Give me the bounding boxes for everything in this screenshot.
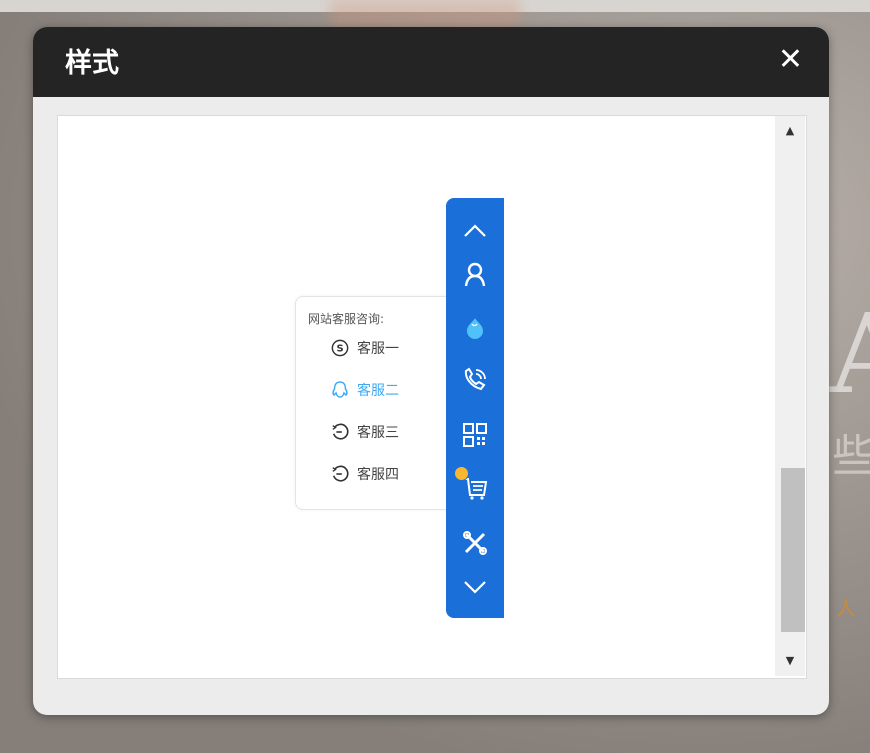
- clock-chat-icon: [330, 422, 350, 442]
- tools-icon[interactable]: [460, 528, 490, 558]
- service-label: 客服四: [357, 467, 399, 483]
- clock-chat-icon: [330, 464, 350, 484]
- cart-badge: [454, 466, 469, 481]
- phone-icon[interactable]: [460, 365, 490, 395]
- service-item-3[interactable]: 客服三: [330, 421, 399, 443]
- skype-icon: S: [330, 338, 350, 358]
- service-label: 客服一: [357, 341, 399, 357]
- scroll-up-button[interactable]: ▲: [775, 116, 805, 146]
- background-decor-letter: A: [830, 290, 870, 418]
- style-dialog: 样式 ✕ 网站客服咨询: S 客服一 客服二 客服三 客服四 ▲ ▼: [33, 27, 829, 715]
- preview-frame: 网站客服咨询: S 客服一 客服二 客服三 客服四 ▲ ▼: [57, 115, 807, 679]
- service-popup: 网站客服咨询: S 客服一 客服二 客服三 客服四: [295, 296, 457, 510]
- chevron-down-icon[interactable]: [460, 572, 490, 602]
- service-item-2[interactable]: 客服二: [330, 379, 399, 401]
- scroll-thumb[interactable]: [781, 468, 805, 632]
- vertical-scrollbar[interactable]: ▲ ▼: [775, 116, 805, 676]
- qq-icon: [330, 380, 350, 400]
- preview-content: 网站客服咨询: S 客服一 客服二 客服三 客服四: [73, 128, 773, 663]
- background-banner: [330, 0, 520, 30]
- dialog-titlebar: 样式 ✕: [33, 27, 829, 97]
- background-decor-text: 些: [832, 431, 870, 482]
- floating-sidebar: [446, 198, 504, 618]
- qrcode-icon[interactable]: [460, 420, 490, 450]
- popup-title: 网站客服咨询:: [308, 312, 385, 326]
- service-item-1[interactable]: S 客服一: [330, 337, 399, 359]
- background-decor-text-orange: 人: [836, 596, 856, 620]
- service-label: 客服三: [357, 425, 399, 441]
- service-item-4[interactable]: 客服四: [330, 463, 399, 485]
- svg-text:S: S: [336, 344, 343, 355]
- user-icon[interactable]: [460, 260, 490, 290]
- service-label: 客服二: [357, 383, 399, 399]
- scroll-down-button[interactable]: ▼: [775, 646, 805, 676]
- dialog-title: 样式: [65, 48, 119, 79]
- droplet-icon[interactable]: [460, 313, 490, 343]
- chevron-up-icon[interactable]: [460, 216, 490, 246]
- close-button[interactable]: ✕: [778, 45, 803, 75]
